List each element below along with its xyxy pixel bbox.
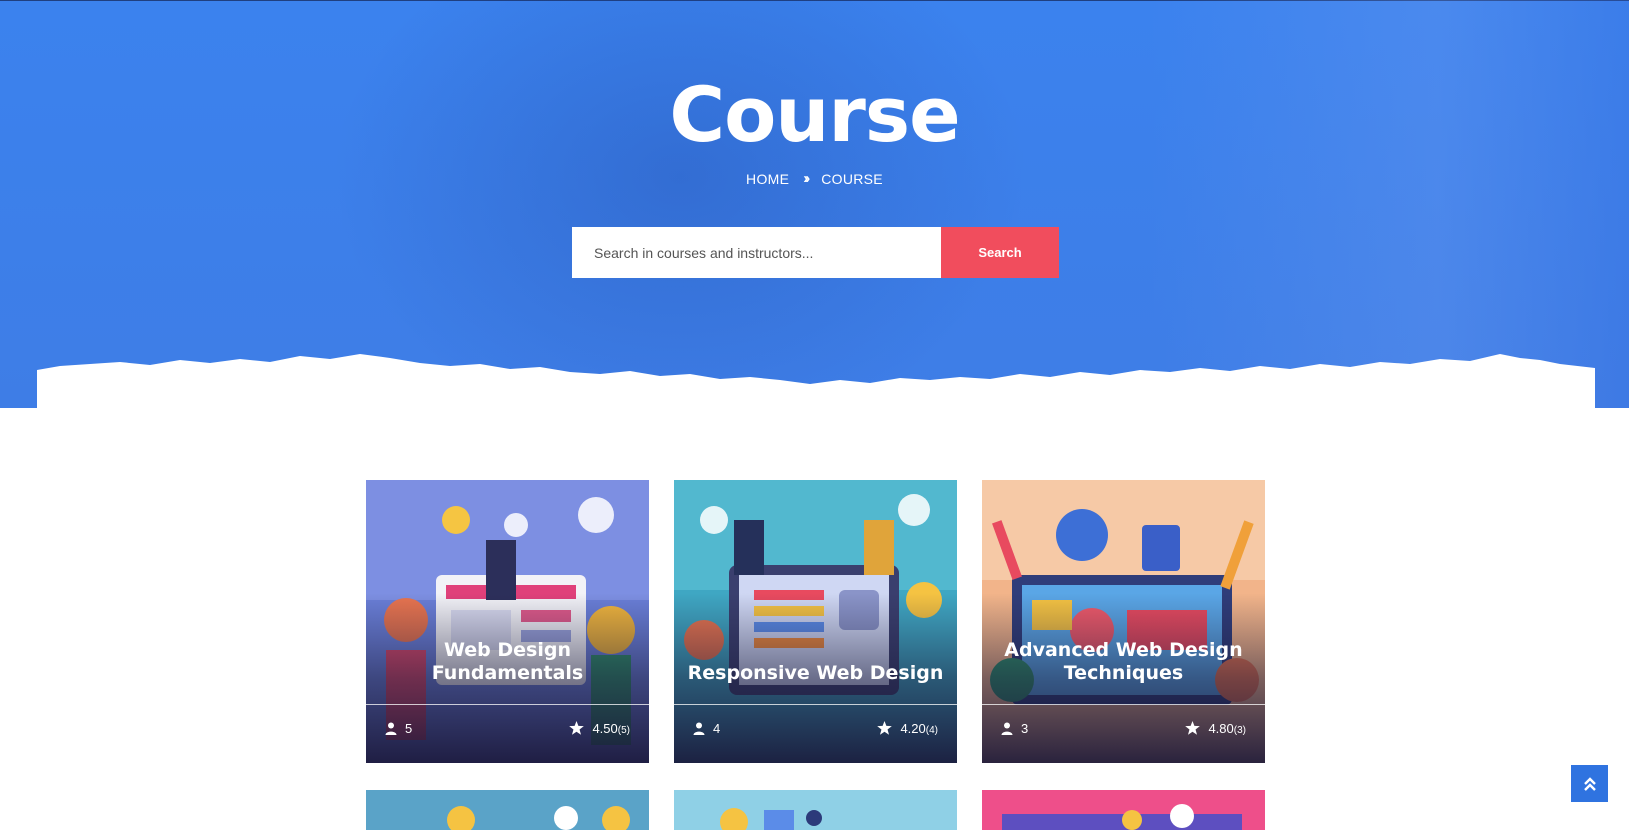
scroll-to-top-button[interactable] <box>1571 765 1608 802</box>
torn-paper-edge <box>37 354 1595 408</box>
star-icon <box>1185 721 1201 735</box>
breadcrumb-current: COURSE <box>821 170 883 187</box>
student-count: 4 <box>713 720 721 736</box>
user-icon <box>385 722 397 735</box>
breadcrumb: HOME ›› COURSE <box>0 170 1629 187</box>
star-icon <box>569 721 585 735</box>
course-title[interactable]: Web Design Fundamentals <box>376 639 639 685</box>
course-thumbnail <box>366 790 649 830</box>
course-thumbnail <box>982 790 1265 830</box>
breadcrumb-home-link[interactable]: HOME <box>746 171 789 187</box>
hero-background-photo <box>330 0 1030 408</box>
course-card[interactable] <box>366 790 649 830</box>
card-divider <box>982 704 1265 705</box>
card-divider <box>674 704 957 705</box>
course-title[interactable]: Advanced Web Design Techniques <box>992 639 1255 685</box>
hero-background-window <box>1150 0 1629 408</box>
double-chevron-up-icon <box>1583 776 1596 791</box>
course-card[interactable]: Web Design Fundamentals 5 4.50(5) <box>366 480 649 763</box>
course-search-form: Search <box>572 227 1059 278</box>
user-icon <box>1001 722 1013 735</box>
review-count: (3) <box>1233 724 1246 736</box>
review-count: (4) <box>925 724 938 736</box>
search-button[interactable]: Search <box>941 227 1059 278</box>
user-icon <box>693 722 705 735</box>
course-card[interactable]: Advanced Web Design Techniques 3 4.80(3) <box>982 480 1265 763</box>
course-meta: 5 4.50(5) <box>366 718 649 738</box>
course-meta: 4 4.20(4) <box>674 718 957 738</box>
student-count: 3 <box>1021 720 1029 736</box>
rating-value: 4.20 <box>900 720 926 736</box>
page-title: Course <box>669 70 960 159</box>
student-count: 5 <box>405 720 413 736</box>
rating-value: 4.50 <box>592 720 618 736</box>
double-chevron-right-icon: ›› <box>803 170 810 187</box>
card-divider <box>366 704 649 705</box>
search-input[interactable] <box>572 227 941 278</box>
course-card[interactable] <box>982 790 1265 830</box>
course-thumbnail <box>674 790 957 830</box>
course-card[interactable]: Responsive Web Design 4 4.20(4) <box>674 480 957 763</box>
page-hero: Course HOME ›› COURSE Search <box>0 0 1629 408</box>
course-card[interactable] <box>674 790 957 830</box>
course-meta: 3 4.80(3) <box>982 718 1265 738</box>
rating-value: 4.80 <box>1208 720 1234 736</box>
course-title[interactable]: Responsive Web Design <box>684 662 947 685</box>
star-icon <box>877 721 893 735</box>
review-count: (5) <box>617 724 630 736</box>
